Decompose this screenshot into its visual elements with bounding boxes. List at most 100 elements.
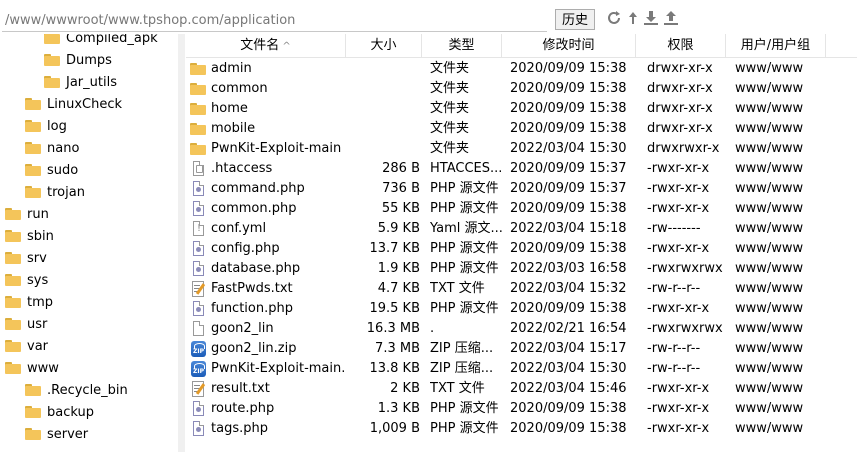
cell-perm: -rwxr-xr-x <box>647 201 710 216</box>
tree-item[interactable]: Jar_utils <box>44 71 117 93</box>
table-row[interactable]: conf.yml 5.9 KB Yaml 源文... 2022/03/04 15:18… <box>186 219 857 239</box>
cell-owner: www/www <box>735 341 804 356</box>
table-row[interactable]: route.php 1.3 KB PHP 源文件 2020/09/09 15:38 -r… <box>186 399 857 419</box>
column-owner-header[interactable]: 用户/用户组 <box>726 34 826 57</box>
table-row[interactable]: tags.php 1,009 B PHP 源文件 2020/09/09 15:38 -r… <box>186 419 857 439</box>
tree-item-label: www <box>27 360 59 376</box>
tree-item-label: sys <box>27 272 49 288</box>
table-row[interactable]: ZIP goon2_lin.zip 7.3 MB ZIP 压缩... 2022/03/0… <box>186 339 857 359</box>
tree-item[interactable]: Dumps <box>44 49 112 71</box>
cell-modified: 2020/09/09 15:38 <box>510 421 627 436</box>
table-row[interactable]: config.php 13.7 KB PHP 源文件 2020/09/09 15:38… <box>186 239 857 259</box>
tree-item[interactable]: backup <box>25 401 94 423</box>
table-row[interactable]: common 文件夹 2020/09/09 15:38 drwxr-xr-x www/w… <box>186 79 857 99</box>
folder-icon <box>5 230 21 242</box>
up-icon[interactable] <box>625 10 641 26</box>
table-row[interactable]: function.php 19.5 KB PHP 源文件 2020/09/09 15:… <box>186 299 857 319</box>
cell-type: Yaml 源文... <box>430 221 502 236</box>
cell-size: 1.3 KB <box>377 401 420 416</box>
htc-file-icon <box>193 161 204 176</box>
cell-perm: -rwxrwxrwx <box>647 321 723 336</box>
tree-item[interactable]: run <box>5 203 49 225</box>
path-underline <box>2 31 547 32</box>
tree-item[interactable]: sys <box>5 269 48 291</box>
tree-item[interactable]: Compiled_apk <box>44 34 158 49</box>
column-perm-header[interactable]: 权限 <box>636 34 726 57</box>
tree-item[interactable]: tmp <box>5 291 53 313</box>
tree-item[interactable]: usr <box>5 313 47 335</box>
table-row[interactable]: ZIP PwnKit-Exploit-main... 13.8 KB ZIP 压缩..… <box>186 359 857 379</box>
cell-name: FastPwds.txt <box>211 281 293 296</box>
cell-type: PHP 源文件 <box>430 401 499 416</box>
zip-file-icon: ZIP <box>191 361 206 377</box>
tree-item-label: Dumps <box>66 52 112 68</box>
tree-item[interactable]: var <box>5 335 48 357</box>
tree-item[interactable]: sbin <box>5 225 54 247</box>
file-icon <box>193 321 204 336</box>
php-file-icon <box>193 401 204 416</box>
table-row[interactable]: admin 文件夹 2020/09/09 15:38 drwxr-xr-x www/ww… <box>186 59 857 79</box>
column-name-header[interactable]: 文件名 ^ <box>186 34 346 57</box>
tree-item[interactable]: trojan <box>25 181 85 203</box>
cell-name: command.php <box>211 181 305 196</box>
folder-icon <box>190 143 206 155</box>
cell-name: goon2_lin <box>211 321 274 336</box>
cell-size: 4.7 KB <box>377 281 420 296</box>
table-row[interactable]: .htaccess 286 B HTACCES... 2020/09/09 15:37… <box>186 159 857 179</box>
tree-item[interactable]: www <box>5 357 59 379</box>
cell-size: 1.9 KB <box>377 261 420 276</box>
cell-modified: 2020/09/09 15:38 <box>510 401 627 416</box>
tree-item-label: server <box>47 426 89 442</box>
cell-modified: 2020/09/09 15:38 <box>510 201 627 216</box>
upload-icon[interactable] <box>663 10 679 26</box>
cell-modified: 2022/03/04 15:32 <box>510 281 627 296</box>
cell-perm: -rwxr-xr-x <box>647 161 710 176</box>
tree-item[interactable]: LinuxCheck <box>25 93 122 115</box>
table-row[interactable]: result.txt 2 KB TXT 文件 2022/03/04 15:46 -rwx… <box>186 379 857 399</box>
tree-item[interactable]: log <box>25 115 67 137</box>
cell-perm: -rwxr-xr-x <box>647 421 710 436</box>
cell-size: 13.7 KB <box>369 241 420 256</box>
folder-icon <box>44 76 60 88</box>
cell-modified: 2020/09/09 15:38 <box>510 301 627 316</box>
cell-size <box>346 139 420 159</box>
table-row[interactable]: goon2_lin 16.3 MB. 2022/02/21 16:54 -rwxrwx… <box>186 319 857 339</box>
table-row[interactable]: FastPwds.txt 4.7 KB TXT 文件 2022/03/04 15:32… <box>186 279 857 299</box>
tree-item[interactable]: srv <box>5 247 47 269</box>
cell-type: 文件夹 <box>430 101 470 116</box>
table-row[interactable]: home 文件夹 2020/09/09 15:38 drwxr-xr-x www/www <box>186 99 857 119</box>
cell-owner: www/www <box>735 321 804 336</box>
cell-perm: drwxr-xr-x <box>647 121 713 136</box>
column-size-header[interactable]: 大小 <box>346 34 422 57</box>
table-row[interactable]: PwnKit-Exploit-main 文件夹 2022/03/04 15:30 dr… <box>186 139 857 159</box>
sort-ascending-icon: ^ <box>282 41 291 52</box>
tree-item[interactable]: server <box>25 423 88 445</box>
table-row[interactable]: common.php 55 KB PHP 源文件 2020/09/09 15:38 -r… <box>186 199 857 219</box>
column-type-header[interactable]: 类型 <box>422 34 502 57</box>
tree-item[interactable]: .Recycle_bin <box>25 379 128 401</box>
cell-perm: -rw-r--r-- <box>647 341 701 356</box>
cell-size: 286 B <box>382 161 420 176</box>
refresh-icon[interactable] <box>606 10 622 26</box>
tree-item[interactable]: sudo <box>25 159 78 181</box>
cell-owner: www/www <box>735 101 804 116</box>
cell-perm: -rwxr-xr-x <box>647 381 710 396</box>
tree-item-label: log <box>47 118 67 134</box>
folder-icon <box>25 120 41 132</box>
column-modified-header[interactable]: 修改时间 <box>502 34 636 57</box>
tree-item-label: nano <box>47 140 80 156</box>
table-row[interactable]: database.php 1.9 KB PHP 源文件 2022/03/03 16:5… <box>186 259 857 279</box>
history-button[interactable]: 历史 <box>555 9 595 30</box>
cell-modified: 2022/03/04 15:30 <box>510 141 627 156</box>
tree-scrollbar[interactable] <box>178 34 185 452</box>
cell-perm: drwxr-xr-x <box>647 61 713 76</box>
table-row[interactable]: command.php 736 B PHP 源文件 2020/09/09 15:37 -… <box>186 179 857 199</box>
folder-icon <box>5 208 21 220</box>
text-file-icon <box>192 381 204 397</box>
tree-item[interactable]: nano <box>25 137 79 159</box>
cell-type: . <box>430 321 435 336</box>
download-icon[interactable] <box>643 10 659 26</box>
cell-name: PwnKit-Exploit-main <box>211 141 342 156</box>
table-row[interactable]: mobile 文件夹 2020/09/09 15:38 drwxr-xr-x www/w… <box>186 119 857 139</box>
path-input[interactable] <box>5 10 545 30</box>
